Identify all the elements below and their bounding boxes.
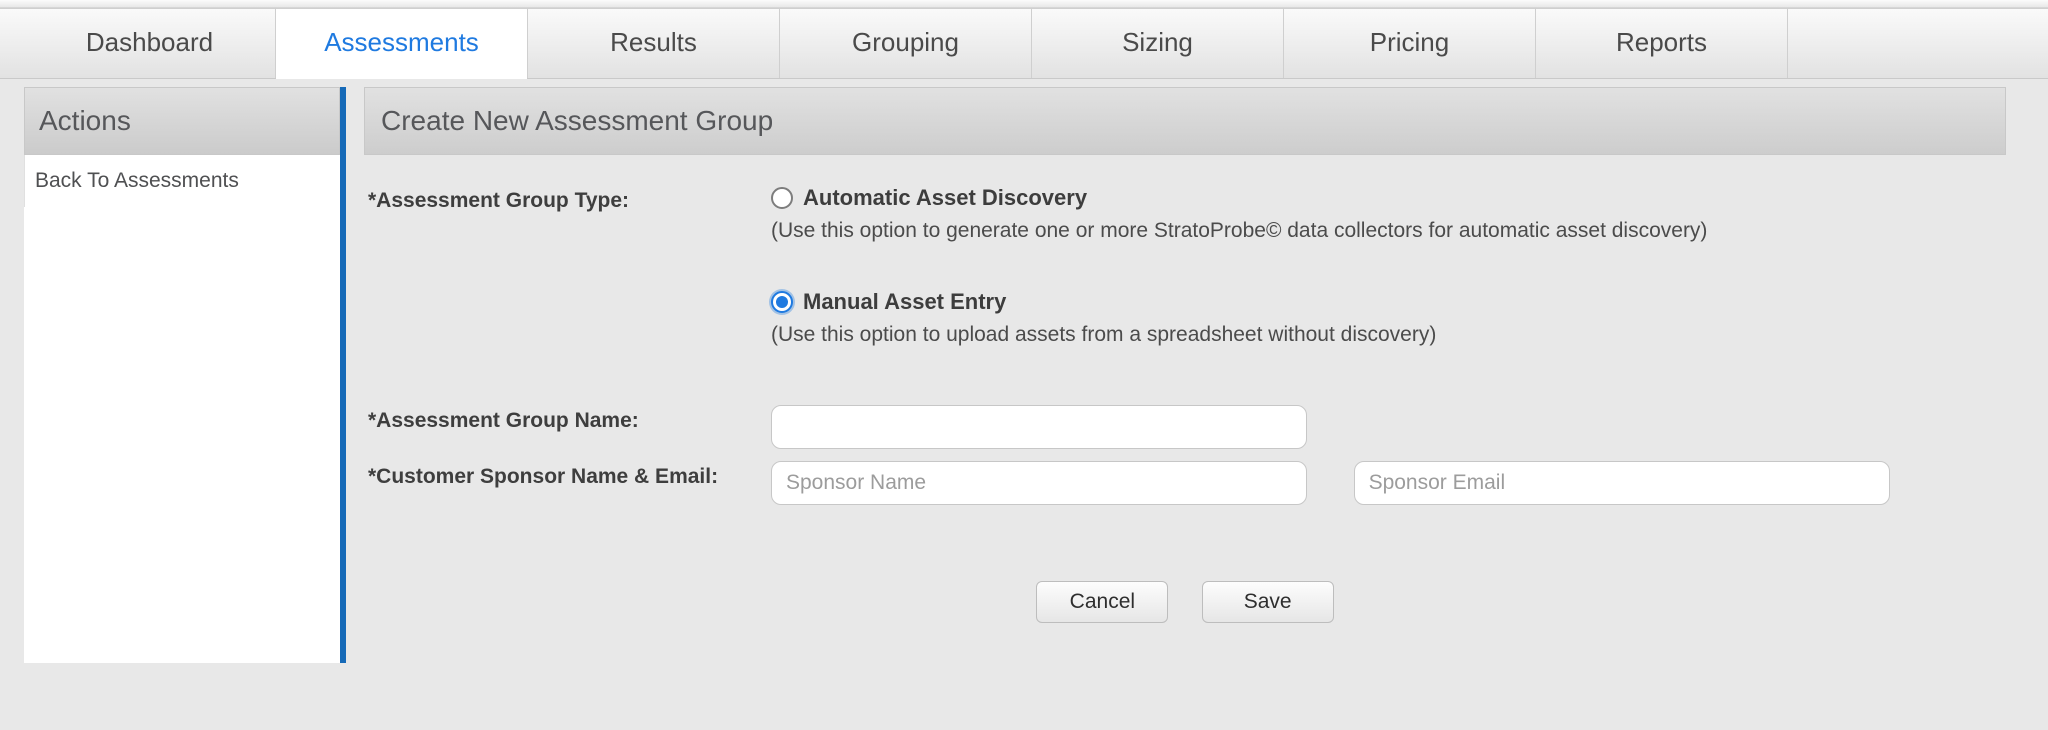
input-assessment-group-name[interactable]: [771, 405, 1307, 449]
radio-option-manual[interactable]: Manual Asset Entry: [771, 289, 2006, 315]
page-title: Create New Assessment Group: [364, 87, 2006, 155]
tab-assessments[interactable]: Assessments: [276, 9, 528, 78]
input-sponsor-name[interactable]: [771, 461, 1307, 505]
radio-option-automatic[interactable]: Automatic Asset Discovery: [771, 185, 2006, 211]
sidebar: Actions Back To Assessments: [24, 87, 340, 663]
tab-grouping[interactable]: Grouping: [780, 9, 1032, 78]
radio-icon: [771, 291, 793, 313]
label-assessment-group-type: *Assessment Group Type:: [364, 185, 771, 393]
radio-icon: [771, 187, 793, 209]
cancel-button[interactable]: Cancel: [1036, 581, 1168, 623]
main-panel: Create New Assessment Group *Assessment …: [346, 87, 2024, 663]
tab-dashboard[interactable]: Dashboard: [24, 9, 276, 78]
input-sponsor-email[interactable]: [1354, 461, 1890, 505]
help-automatic: (Use this option to generate one or more…: [771, 219, 2006, 243]
tab-pricing[interactable]: Pricing: [1284, 9, 1536, 78]
link-back-to-assessments[interactable]: Back To Assessments: [24, 155, 340, 207]
label-assessment-group-name: *Assessment Group Name:: [364, 405, 771, 449]
sidebar-header: Actions: [24, 87, 340, 155]
radio-label-manual: Manual Asset Entry: [803, 289, 1006, 315]
radio-label-automatic: Automatic Asset Discovery: [803, 185, 1087, 211]
help-manual: (Use this option to upload assets from a…: [771, 323, 2006, 347]
label-customer-sponsor: *Customer Sponsor Name & Email:: [364, 461, 771, 505]
tab-results[interactable]: Results: [528, 9, 780, 78]
save-button[interactable]: Save: [1202, 581, 1334, 623]
tab-reports[interactable]: Reports: [1536, 9, 1788, 78]
tab-sizing[interactable]: Sizing: [1032, 9, 1284, 78]
tab-bar: Dashboard Assessments Results Grouping S…: [0, 8, 2048, 79]
